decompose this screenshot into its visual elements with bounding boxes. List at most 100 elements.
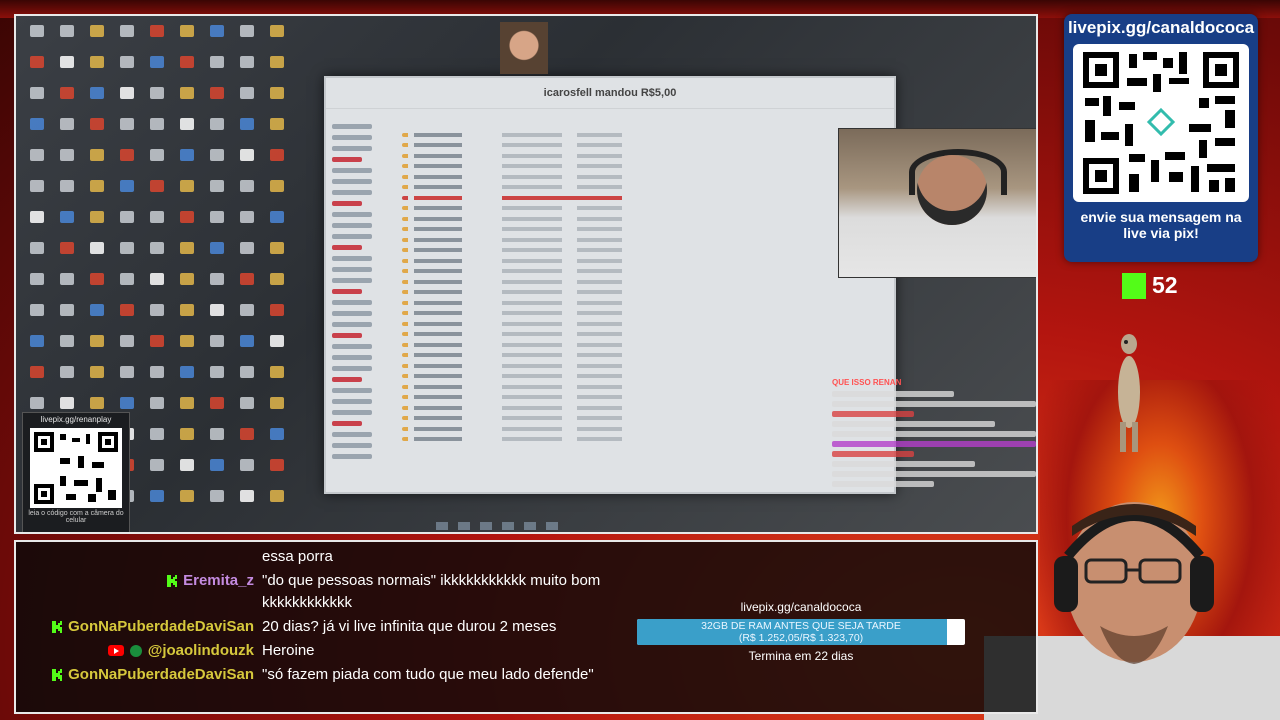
desktop-shortcut-icon[interactable]	[210, 211, 224, 223]
explorer-file-list[interactable]	[402, 126, 642, 448]
desktop-shortcut-icon[interactable]	[120, 335, 134, 347]
desktop-shortcut-icon[interactable]	[270, 118, 284, 130]
desktop-shortcut-icon[interactable]	[150, 304, 164, 316]
explorer-file-row[interactable]	[402, 363, 642, 368]
desktop-shortcut-icon[interactable]	[30, 149, 44, 161]
desktop-shortcut-icon[interactable]	[60, 180, 74, 192]
desktop-shortcut-icon[interactable]	[90, 366, 104, 378]
desktop-shortcut-icon[interactable]	[180, 118, 194, 130]
desktop-shortcut-icon[interactable]	[270, 428, 284, 440]
desktop-shortcut-icon[interactable]	[180, 149, 194, 161]
desktop-shortcut-icon[interactable]	[180, 428, 194, 440]
desktop-shortcut-icon[interactable]	[120, 118, 134, 130]
desktop-shortcut-icon[interactable]	[60, 118, 74, 130]
desktop-shortcut-icon[interactable]	[210, 25, 224, 37]
explorer-file-row[interactable]	[402, 300, 642, 305]
desktop-shortcut-icon[interactable]	[240, 459, 254, 471]
explorer-nav-pane[interactable]	[332, 118, 390, 478]
explorer-file-row[interactable]	[402, 143, 642, 147]
desktop-shortcut-icon[interactable]	[240, 180, 254, 192]
desktop-shortcut-icon[interactable]	[60, 211, 74, 223]
desktop-shortcut-icon[interactable]	[90, 87, 104, 99]
desktop-shortcut-icon[interactable]	[240, 149, 254, 161]
desktop-shortcut-icon[interactable]	[150, 428, 164, 440]
desktop-shortcut-icon[interactable]	[240, 25, 254, 37]
desktop-shortcut-icon[interactable]	[270, 180, 284, 192]
desktop-shortcut-icon[interactable]	[120, 211, 134, 223]
explorer-file-row[interactable]	[402, 153, 642, 158]
desktop-shortcut-icon[interactable]	[150, 366, 164, 378]
desktop-shortcut-icon[interactable]	[240, 273, 254, 285]
windows-taskbar[interactable]	[436, 520, 616, 532]
desktop-shortcut-icon[interactable]	[270, 149, 284, 161]
desktop-shortcut-icon[interactable]	[30, 56, 44, 68]
desktop-shortcut-icon[interactable]	[120, 180, 134, 192]
desktop-shortcut-icon[interactable]	[90, 304, 104, 316]
desktop-shortcut-icon[interactable]	[240, 87, 254, 99]
explorer-file-row[interactable]	[402, 237, 642, 242]
desktop-shortcut-icon[interactable]	[210, 304, 224, 316]
explorer-file-row[interactable]	[402, 195, 642, 200]
desktop-shortcut-icon[interactable]	[240, 490, 254, 502]
desktop-shortcut-icon[interactable]	[150, 56, 164, 68]
desktop-shortcut-icon[interactable]	[150, 459, 164, 471]
desktop-shortcut-icon[interactable]	[270, 397, 284, 409]
desktop-shortcut-icon[interactable]	[240, 366, 254, 378]
desktop-shortcut-icon[interactable]	[60, 25, 74, 37]
desktop-shortcut-icon[interactable]	[180, 25, 194, 37]
desktop-shortcut-icon[interactable]	[240, 304, 254, 316]
desktop-shortcut-icon[interactable]	[150, 149, 164, 161]
desktop-shortcut-icon[interactable]	[30, 397, 44, 409]
chat-username[interactable]: Eremita_z	[183, 570, 254, 592]
desktop-shortcut-icon[interactable]	[210, 87, 224, 99]
explorer-file-row[interactable]	[402, 185, 642, 189]
desktop-shortcut-icon[interactable]	[30, 304, 44, 316]
desktop-shortcut-icon[interactable]	[180, 273, 194, 285]
desktop-shortcut-icon[interactable]	[270, 87, 284, 99]
desktop-shortcut-icon[interactable]	[180, 87, 194, 99]
desktop-shortcut-icon[interactable]	[240, 335, 254, 347]
desktop-shortcut-icon[interactable]	[150, 118, 164, 130]
desktop-shortcut-icon[interactable]	[270, 490, 284, 502]
desktop-shortcut-icon[interactable]	[60, 335, 74, 347]
explorer-file-row[interactable]	[402, 384, 642, 389]
desktop-shortcut-icon[interactable]	[90, 397, 104, 409]
desktop-shortcut-icon[interactable]	[240, 428, 254, 440]
desktop-shortcut-icon[interactable]	[180, 211, 194, 223]
explorer-file-row[interactable]	[402, 248, 642, 252]
desktop-shortcut-icon[interactable]	[120, 25, 134, 37]
desktop-shortcut-icon[interactable]	[150, 397, 164, 409]
desktop-shortcut-icon[interactable]	[90, 56, 104, 68]
desktop-shortcut-icon[interactable]	[120, 56, 134, 68]
desktop-shortcut-icon[interactable]	[180, 56, 194, 68]
explorer-file-row[interactable]	[402, 342, 642, 347]
desktop-shortcut-icon[interactable]	[30, 180, 44, 192]
explorer-file-row[interactable]	[402, 206, 642, 210]
explorer-file-row[interactable]	[402, 269, 642, 273]
chat-username[interactable]: @joaolindouzk	[148, 640, 254, 662]
explorer-file-row[interactable]	[402, 332, 642, 336]
desktop-shortcut-icon[interactable]	[210, 490, 224, 502]
chat-username[interactable]: GonNaPuberdadeDaviSan	[68, 664, 254, 686]
desktop-shortcut-icon[interactable]	[30, 335, 44, 347]
desktop-shortcut-icon[interactable]	[120, 242, 134, 254]
explorer-file-row[interactable]	[402, 405, 642, 410]
desktop-shortcut-icon[interactable]	[180, 180, 194, 192]
desktop-shortcut-icon[interactable]	[210, 273, 224, 285]
explorer-file-row[interactable]	[402, 258, 642, 263]
desktop-shortcut-icon[interactable]	[180, 242, 194, 254]
desktop-shortcut-icon[interactable]	[120, 397, 134, 409]
desktop-shortcut-icon[interactable]	[240, 397, 254, 409]
desktop-shortcut-icon[interactable]	[180, 366, 194, 378]
explorer-file-row[interactable]	[402, 227, 642, 231]
desktop-shortcut-icon[interactable]	[150, 87, 164, 99]
desktop-shortcut-icon[interactable]	[150, 490, 164, 502]
desktop-shortcut-icon[interactable]	[60, 242, 74, 254]
explorer-file-row[interactable]	[402, 311, 642, 315]
desktop-shortcut-icon[interactable]	[30, 273, 44, 285]
desktop-shortcut-icon[interactable]	[270, 273, 284, 285]
desktop-shortcut-icon[interactable]	[60, 273, 74, 285]
chat-username[interactable]: GonNaPuberdadeDaviSan	[68, 616, 254, 638]
desktop-shortcut-icon[interactable]	[120, 273, 134, 285]
explorer-file-row[interactable]	[402, 290, 642, 294]
